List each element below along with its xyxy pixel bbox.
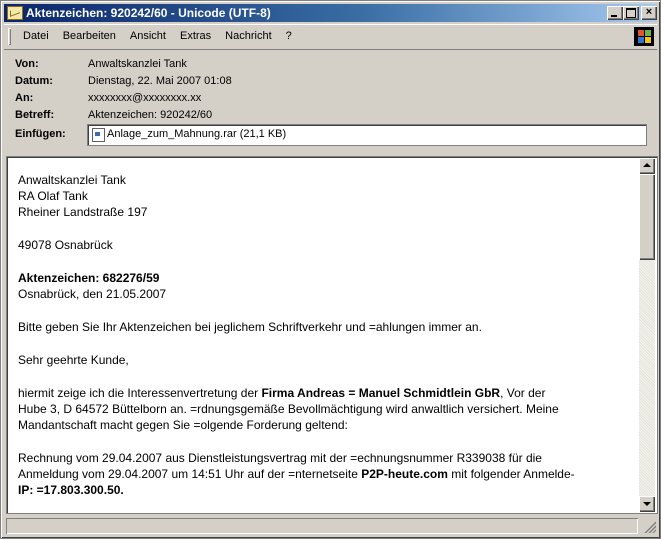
sender-street: Rheiner Landstraße 197 — [18, 205, 148, 219]
menu-bearbeiten[interactable]: Bearbeiten — [56, 30, 123, 42]
attachment-file-icon — [92, 128, 105, 142]
status-bar — [4, 517, 657, 535]
attachment-field[interactable]: Anlage_zum_Mahnung.rar (21,1 KB) — [87, 124, 647, 146]
sender-city: 49078 Osnabrück — [18, 238, 113, 252]
vertical-scrollbar[interactable] — [639, 158, 655, 512]
from-label: Von: — [15, 58, 39, 70]
menu-bar: Datei Bearbeiten Ansicht Extras Nachrich… — [4, 24, 657, 50]
paragraph-1-line-2: Hube 3, D 64572 Büttelborn an. =rdnungsg… — [18, 402, 559, 416]
paragraph-1-line-1: hiermit zeige ich die Interessenvertretu… — [18, 386, 546, 400]
attachment-filename[interactable]: Anlage_zum_Mahnung.rar (21,1 KB) — [107, 128, 286, 140]
message-body[interactable]: Anwaltskanzlei Tank RA Olaf Tank Rheiner… — [6, 156, 658, 514]
title-bar[interactable]: Aktenzeichen: 920242/60 - Unicode (UTF-8… — [4, 4, 657, 22]
to-label: An: — [15, 92, 34, 104]
sender-name: Anwaltskanzlei Tank — [18, 173, 126, 187]
menu-ansicht[interactable]: Ansicht — [123, 30, 173, 42]
email-window: Aktenzeichen: 920242/60 - Unicode (UTF-8… — [0, 0, 661, 539]
resize-grip-icon[interactable] — [643, 520, 656, 533]
date-label: Datum: — [15, 75, 53, 87]
maximize-button[interactable] — [623, 6, 639, 20]
envelope-icon — [7, 6, 23, 20]
scroll-thumb[interactable] — [639, 174, 655, 260]
salutation: Sehr geehrte Kunde, — [18, 353, 129, 367]
paragraph-2-line-3: IP: =17.803.300.50. — [18, 483, 124, 497]
date-value: Dienstag, 22. Mai 2007 01:08 — [88, 75, 232, 87]
scroll-up-button[interactable] — [639, 158, 655, 174]
paragraph-2-line-2: Anmeldung vom 29.04.2007 um 14:51 Uhr au… — [18, 467, 575, 481]
paragraph-1-line-3: Mandantschaft macht gegen Sie =olgende F… — [18, 418, 348, 432]
paragraph-2-line-1: Rechnung vom 29.04.2007 aus Dienstleistu… — [18, 451, 542, 465]
sender-attorney: RA Olaf Tank — [18, 189, 88, 203]
minimize-icon — [611, 15, 617, 17]
menu-items: Datei Bearbeiten Ansicht Extras Nachrich… — [16, 30, 299, 42]
arrow-up-icon — [643, 163, 651, 167]
message-text: Anwaltskanzlei Tank RA Olaf Tank Rheiner… — [18, 172, 633, 498]
to-value: xxxxxxxx@xxxxxxxx.xx — [88, 92, 202, 104]
menu-nachricht[interactable]: Nachricht — [218, 30, 278, 42]
scroll-down-button[interactable] — [639, 496, 655, 512]
close-icon: × — [645, 6, 653, 18]
attachment-label: Einfügen: — [15, 128, 66, 140]
window-title: Aktenzeichen: 920242/60 - Unicode (UTF-8… — [26, 6, 271, 20]
close-button[interactable]: × — [641, 6, 657, 20]
place-date: Osnabrück, den 21.05.2007 — [18, 287, 167, 301]
status-cell — [6, 518, 638, 534]
menu-grip[interactable] — [8, 28, 11, 45]
menu-datei[interactable]: Datei — [16, 30, 56, 42]
minimize-button[interactable] — [607, 6, 623, 20]
reference-number: Aktenzeichen: 682276/59 — [18, 271, 160, 285]
windows-logo-icon — [634, 27, 654, 46]
menu-extras[interactable]: Extras — [173, 30, 218, 42]
reference-request: Bitte geben Sie Ihr Aktenzeichen bei jeg… — [18, 320, 482, 334]
subject-value: Aktenzeichen: 920242/60 — [88, 109, 213, 121]
from-value: Anwaltskanzlei Tank — [88, 58, 187, 70]
subject-label: Betreff: — [15, 109, 55, 121]
arrow-down-icon — [643, 502, 651, 506]
menu-help[interactable]: ? — [279, 30, 299, 42]
maximize-icon — [626, 8, 636, 18]
